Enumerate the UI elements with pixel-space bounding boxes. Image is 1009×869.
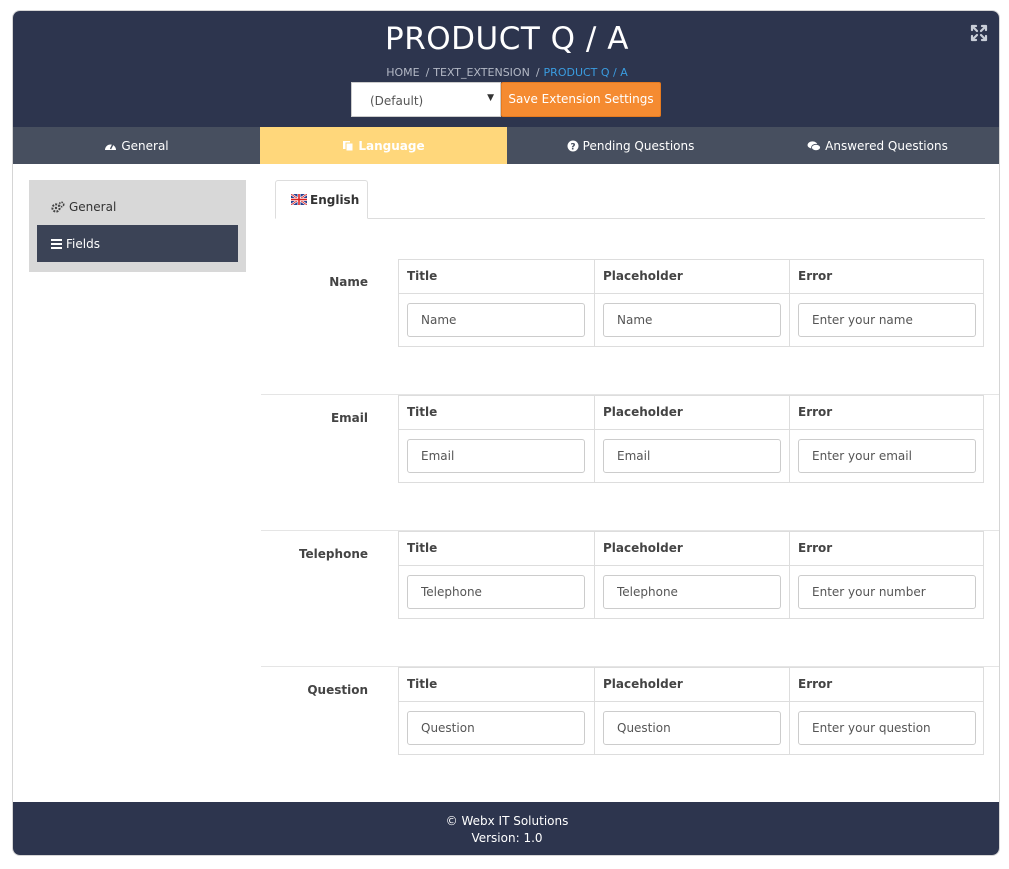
breadcrumb-current[interactable]: PRODUCT Q / A bbox=[544, 66, 628, 79]
column-header: Error bbox=[790, 396, 984, 430]
field-table: Title Placeholder Error bbox=[398, 667, 984, 755]
error-input[interactable] bbox=[798, 575, 976, 609]
svg-text:?: ? bbox=[570, 142, 575, 152]
sidebar-item-label: Fields bbox=[66, 236, 100, 251]
column-header: Error bbox=[790, 668, 984, 702]
field-table: Title Placeholder Error bbox=[398, 259, 984, 347]
column-header: Placeholder bbox=[595, 668, 789, 702]
column-header: Placeholder bbox=[595, 260, 789, 294]
field-label: Question bbox=[307, 683, 368, 697]
sidebar-item-fields[interactable]: Fields bbox=[37, 225, 238, 262]
expand-icon[interactable] bbox=[969, 23, 989, 43]
tab-general-label: General bbox=[121, 138, 169, 153]
field-label: Telephone bbox=[298, 547, 368, 561]
title-input[interactable] bbox=[407, 711, 585, 745]
footer-copyright: © Webx IT Solutions bbox=[445, 814, 569, 828]
field-section-email: Email Title Placeholder Error bbox=[261, 395, 999, 531]
column-header: Placeholder bbox=[595, 532, 789, 566]
column-title: Title bbox=[399, 668, 594, 754]
column-header: Title bbox=[399, 260, 594, 294]
main-tabs: General Language ? Pending Questions Ans… bbox=[13, 127, 999, 164]
footer-version: Version: 1.0 bbox=[471, 831, 543, 845]
app-window: PRODUCT Q / A HOME / TEXT_EXTENSION / PRODUC… bbox=[12, 10, 1000, 856]
field-table: Title Placeholder Error bbox=[398, 531, 984, 619]
column-header: Placeholder bbox=[595, 396, 789, 430]
column-placeholder: Placeholder bbox=[594, 532, 789, 618]
field-label: Email bbox=[330, 411, 368, 425]
sidebar-item-label: General bbox=[69, 199, 117, 214]
column-title: Title bbox=[399, 396, 594, 482]
question-circle-icon: ? bbox=[567, 140, 579, 152]
language-icon bbox=[343, 140, 354, 151]
title-input[interactable] bbox=[407, 439, 585, 473]
placeholder-input[interactable] bbox=[603, 711, 781, 745]
tab-pending-questions[interactable]: ? Pending Questions bbox=[507, 127, 754, 164]
column-header: Title bbox=[399, 532, 594, 566]
comments-icon bbox=[807, 140, 822, 151]
field-section-name: Name Title Placeholder Error bbox=[261, 259, 999, 395]
error-input[interactable] bbox=[798, 303, 976, 337]
sidebar: General Fields bbox=[29, 180, 246, 272]
field-section-question: Question Title Placeholder Error bbox=[261, 667, 999, 803]
uk-flag-icon bbox=[291, 194, 307, 205]
save-settings-button[interactable]: Save Extension Settings bbox=[501, 82, 661, 117]
page-footer: © Webx IT Solutions Version: 1.0 bbox=[13, 802, 999, 855]
column-header: Title bbox=[399, 668, 594, 702]
language-tabs: English bbox=[275, 180, 985, 219]
page-header: PRODUCT Q / A HOME / TEXT_EXTENSION / PRODUC… bbox=[13, 11, 999, 127]
dashboard-icon bbox=[105, 143, 117, 150]
tab-pending-questions-label: Pending Questions bbox=[582, 138, 695, 153]
column-error: Error bbox=[789, 532, 984, 618]
column-error: Error bbox=[789, 396, 984, 482]
store-select[interactable]: (Default) ▼ bbox=[351, 82, 501, 117]
tab-english[interactable]: English bbox=[275, 180, 368, 219]
page-title: PRODUCT Q / A bbox=[385, 21, 629, 57]
tab-english-label: English bbox=[310, 192, 360, 207]
tab-language-label: Language bbox=[358, 138, 425, 153]
tab-general[interactable]: General bbox=[13, 127, 260, 164]
error-input[interactable] bbox=[798, 711, 976, 745]
column-placeholder: Placeholder bbox=[594, 260, 789, 346]
column-placeholder: Placeholder bbox=[594, 668, 789, 754]
column-title: Title bbox=[399, 532, 594, 618]
column-error: Error bbox=[789, 260, 984, 346]
sidebar-item-general[interactable]: General bbox=[37, 188, 238, 225]
field-label: Name bbox=[329, 275, 368, 289]
column-header: Error bbox=[790, 532, 984, 566]
column-placeholder: Placeholder bbox=[594, 396, 789, 482]
breadcrumb-text-extension[interactable]: TEXT_EXTENSION bbox=[433, 66, 530, 79]
title-input[interactable] bbox=[407, 303, 585, 337]
tab-answered-questions[interactable]: Answered Questions bbox=[754, 127, 999, 164]
placeholder-input[interactable] bbox=[603, 439, 781, 473]
placeholder-input[interactable] bbox=[603, 575, 781, 609]
title-input[interactable] bbox=[407, 575, 585, 609]
store-select-value: (Default) bbox=[370, 94, 424, 108]
tab-answered-questions-label: Answered Questions bbox=[825, 138, 948, 153]
chevron-down-icon: ▼ bbox=[487, 93, 494, 103]
breadcrumb: HOME / TEXT_EXTENSION / PRODUCT Q / A bbox=[386, 66, 628, 79]
bars-icon bbox=[51, 238, 62, 249]
column-error: Error bbox=[789, 668, 984, 754]
field-table: Title Placeholder Error bbox=[398, 395, 984, 483]
placeholder-input[interactable] bbox=[603, 303, 781, 337]
cogs-icon bbox=[51, 200, 65, 213]
tab-language[interactable]: Language bbox=[260, 127, 507, 164]
column-header: Title bbox=[399, 396, 594, 430]
error-input[interactable] bbox=[798, 439, 976, 473]
field-section-telephone: Telephone Title Placeholder Error bbox=[261, 531, 999, 667]
column-title: Title bbox=[399, 260, 594, 346]
breadcrumb-home[interactable]: HOME bbox=[386, 66, 419, 79]
column-header: Error bbox=[790, 260, 984, 294]
